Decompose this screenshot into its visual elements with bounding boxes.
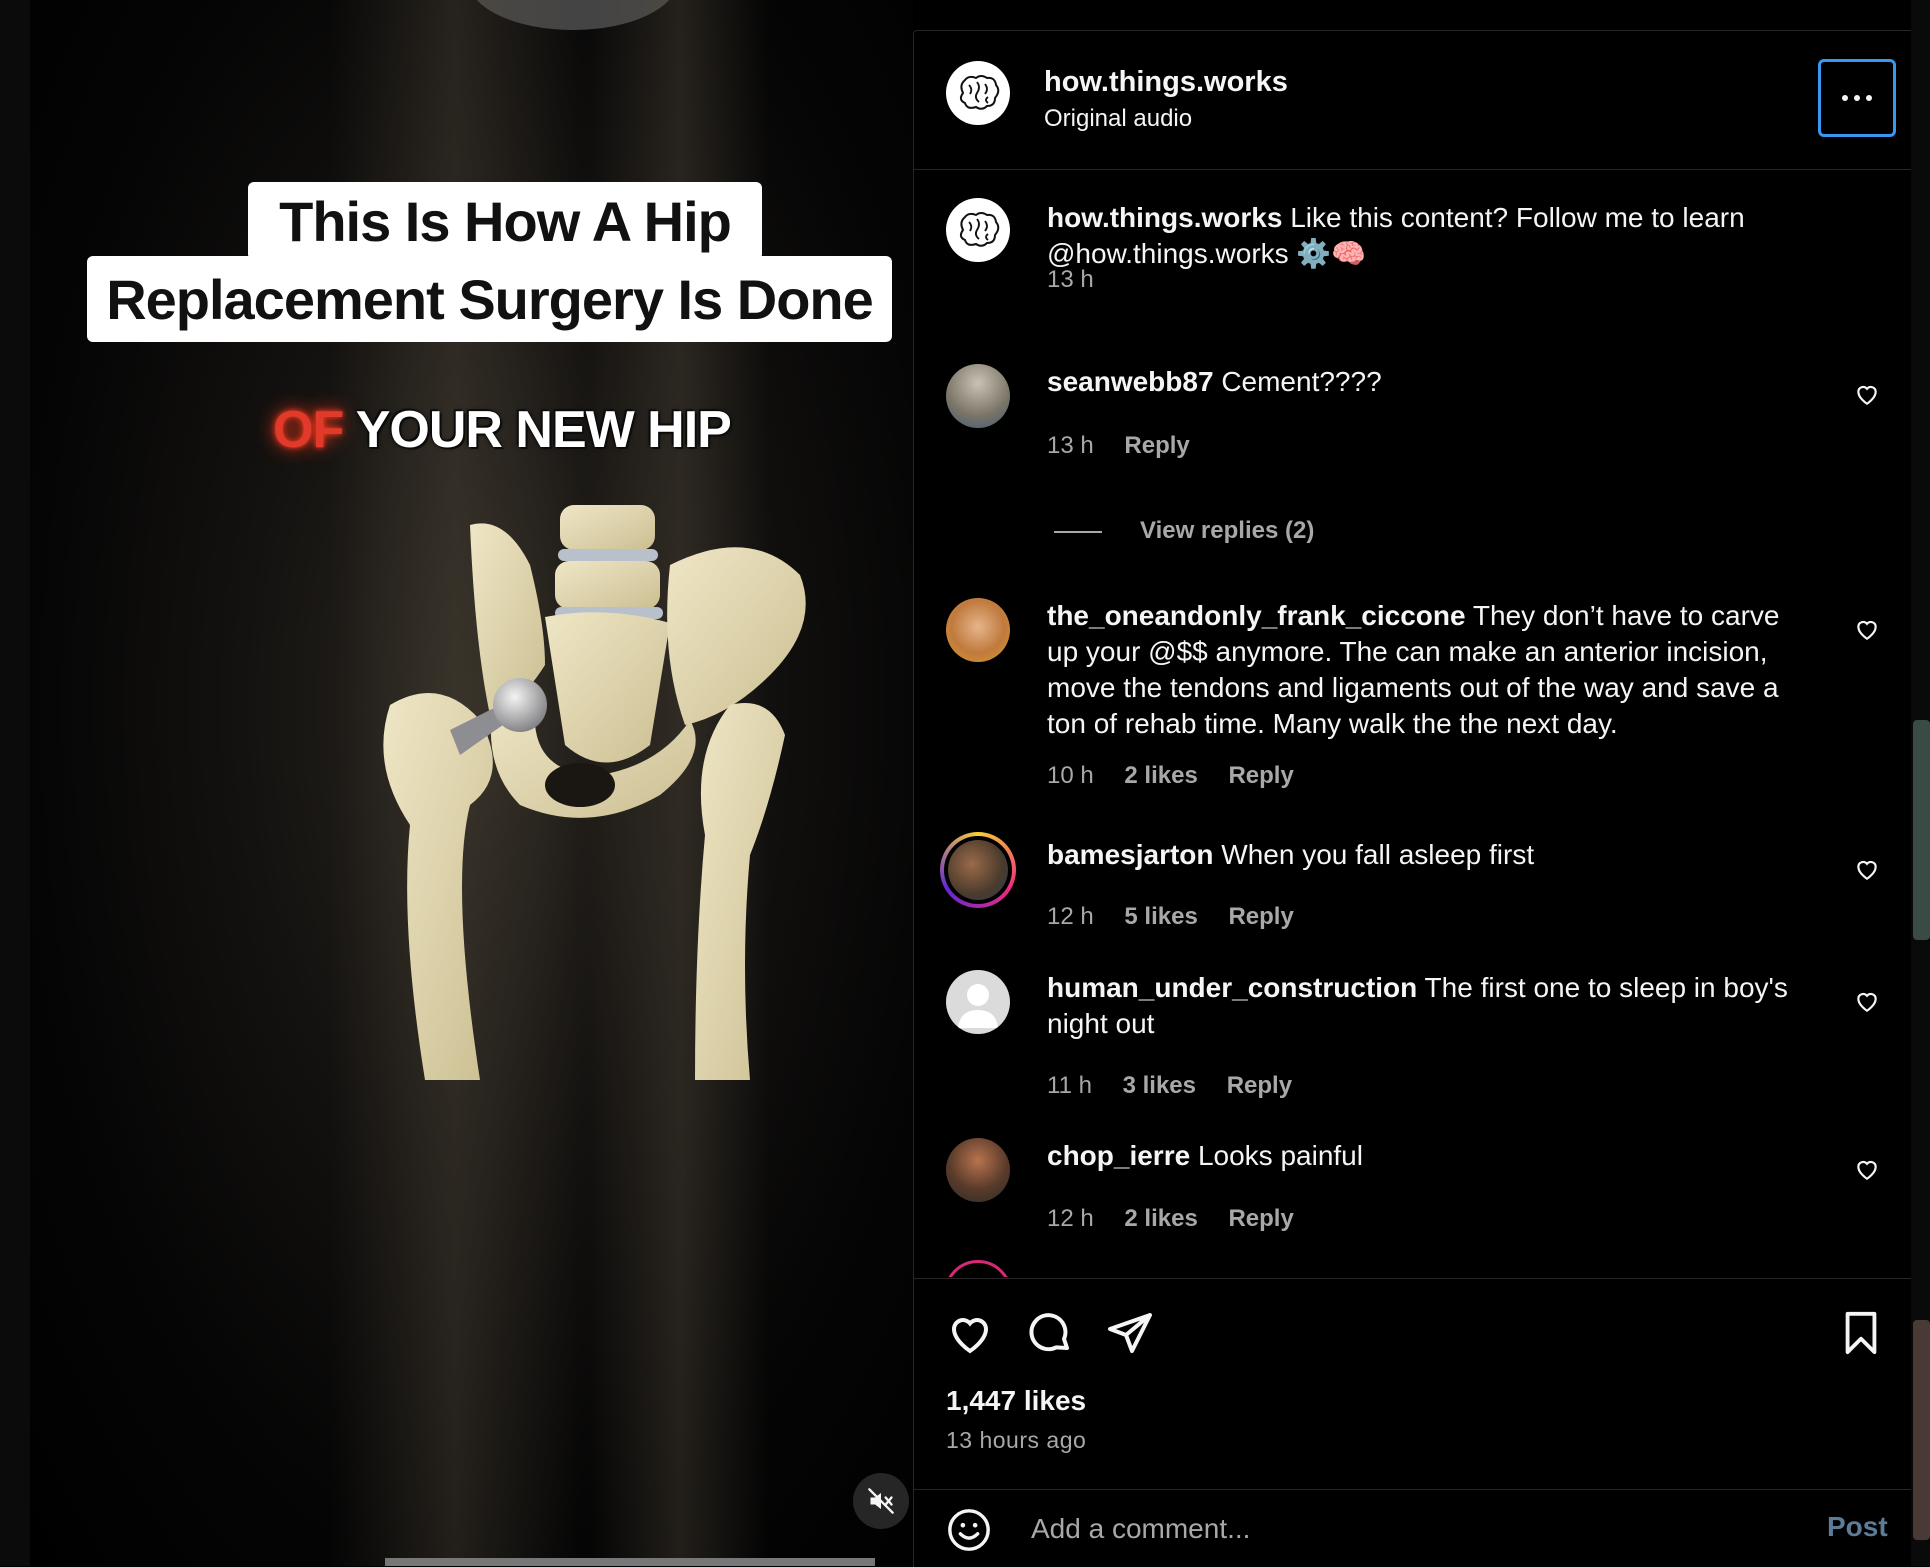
comment-like-heart-icon[interactable] [1854,856,1880,882]
comment-time[interactable]: 11 h [1047,1072,1092,1099]
background-page-edge [1911,0,1930,1566]
caption-red-word: OF [273,401,344,459]
comment-time[interactable]: 13 h [1047,266,1094,293]
caption-meta: 13 h [1047,266,1118,294]
comment-username[interactable]: the_oneandonly_frank_ciccone [1047,600,1466,631]
comment-icon[interactable] [1026,1309,1074,1357]
comment-likes[interactable]: 2 likes [1124,1205,1197,1232]
comment-likes[interactable]: 3 likes [1123,1072,1196,1099]
commenter-avatar[interactable] [946,598,1010,662]
comment-meta: 13 h Reply [1047,432,1214,460]
video-progress-bar[interactable] [385,1558,875,1566]
hip-anatomy-illustration [383,505,806,1080]
comment-meta: 12 h 5 likes Reply [1047,903,1318,931]
comment-time[interactable]: 12 h [1047,1205,1094,1232]
comment-username[interactable]: chop_ierre [1047,1140,1190,1171]
comment-time[interactable]: 12 h [1047,903,1094,930]
comment-username[interactable]: how.things.works [1047,202,1282,233]
replies-line [1054,530,1102,533]
reply-button[interactable]: Reply [1228,762,1293,789]
comment-username[interactable]: seanwebb87 [1047,366,1214,397]
bookmark-icon[interactable] [1838,1309,1884,1357]
default-avatar[interactable] [946,970,1010,1034]
author-username[interactable]: how.things.works [1044,66,1288,99]
reply-button[interactable]: Reply [1227,1072,1292,1099]
likes-count[interactable]: 1,447 likes [946,1385,1086,1417]
audio-label[interactable]: Original audio [1044,105,1192,133]
caption-white-words: YOUR NEW HIP [355,401,732,459]
speaker-muted-icon [868,1488,894,1514]
reel-video[interactable]: This Is How A Hip Replacement Surgery Is… [30,0,913,1566]
post-button[interactable]: Post [1827,1511,1888,1543]
comment-time[interactable]: 13 h [1047,432,1094,459]
share-icon[interactable] [1106,1309,1154,1357]
comment-username[interactable]: bamesjarton [1047,839,1214,870]
comment-item: bamesjarton When you fall asleep first [1047,837,1817,873]
comment-item: the_oneandonly_frank_ciccone They don’t … [1047,598,1817,742]
video-caption: OF YOUR NEW HIP [273,400,732,460]
comment-item: seanwebb87 Cement???? [1047,364,1817,400]
reply-button[interactable]: Reply [1228,1205,1293,1232]
story-ring-avatar[interactable] [944,1260,1012,1277]
post-timestamp[interactable]: 13 hours ago [946,1427,1086,1454]
post-panel: how.things.works Original audio how.thin… [913,30,1912,1567]
comment-like-heart-icon[interactable] [1854,1156,1880,1182]
comment-item: chop_ierre Looks painful [1047,1138,1817,1174]
ellipsis-icon [1842,95,1848,101]
comment-time[interactable]: 10 h [1047,762,1094,789]
post-actions: 1,447 likes 13 hours ago [914,1278,1912,1490]
emoji-icon[interactable] [946,1507,992,1553]
commenter-avatar[interactable] [946,364,1010,428]
comment-item: human_under_construction The first one t… [1047,970,1817,1042]
view-replies-label[interactable]: View replies (2) [1140,517,1314,544]
brain-icon [959,75,1000,110]
brain-icon [959,212,1000,247]
commenter-avatar[interactable] [946,1138,1010,1202]
comment-username[interactable]: human_under_construction [1047,972,1417,1003]
comment-text: When you fall asleep first [1221,839,1535,870]
comment-like-heart-icon[interactable] [1854,616,1880,642]
mute-button[interactable] [853,1473,909,1529]
comment-input[interactable] [1029,1505,1733,1553]
story-ring-avatar[interactable] [940,832,1016,908]
heart-icon[interactable] [946,1309,994,1357]
more-options-button[interactable] [1818,59,1896,137]
comment-text: Cement???? [1221,366,1382,397]
comment-meta: 11 h 3 likes Reply [1047,1072,1316,1100]
caption-author-avatar[interactable] [946,198,1010,262]
view-replies-button[interactable]: View replies (2) [1054,517,1314,545]
reply-button[interactable]: Reply [1124,432,1189,459]
video-title-line1: This Is How A Hip [248,182,762,260]
caption-comment: how.things.works Like this content? Foll… [1047,200,1817,272]
comment-meta: 12 h 2 likes Reply [1047,1205,1318,1233]
left-edge [0,0,30,1566]
comment-likes[interactable]: 2 likes [1124,762,1197,789]
comment-like-heart-icon[interactable] [1854,988,1880,1014]
video-title-line2: Replacement Surgery Is Done [87,256,892,342]
comment-likes[interactable]: 5 likes [1124,903,1197,930]
comment-like-heart-icon[interactable] [1854,381,1880,407]
user-silhouette-icon [958,984,998,1028]
comment-text: Looks painful [1197,1140,1363,1171]
author-avatar[interactable] [946,61,1010,125]
post-header: how.things.works Original audio [914,31,1912,170]
comment-meta: 10 h 2 likes Reply [1047,762,1318,790]
comment-composer: Post [914,1489,1912,1567]
reply-button[interactable]: Reply [1228,903,1293,930]
comments-list[interactable]: how.things.works Like this content? Foll… [914,170,1912,1277]
